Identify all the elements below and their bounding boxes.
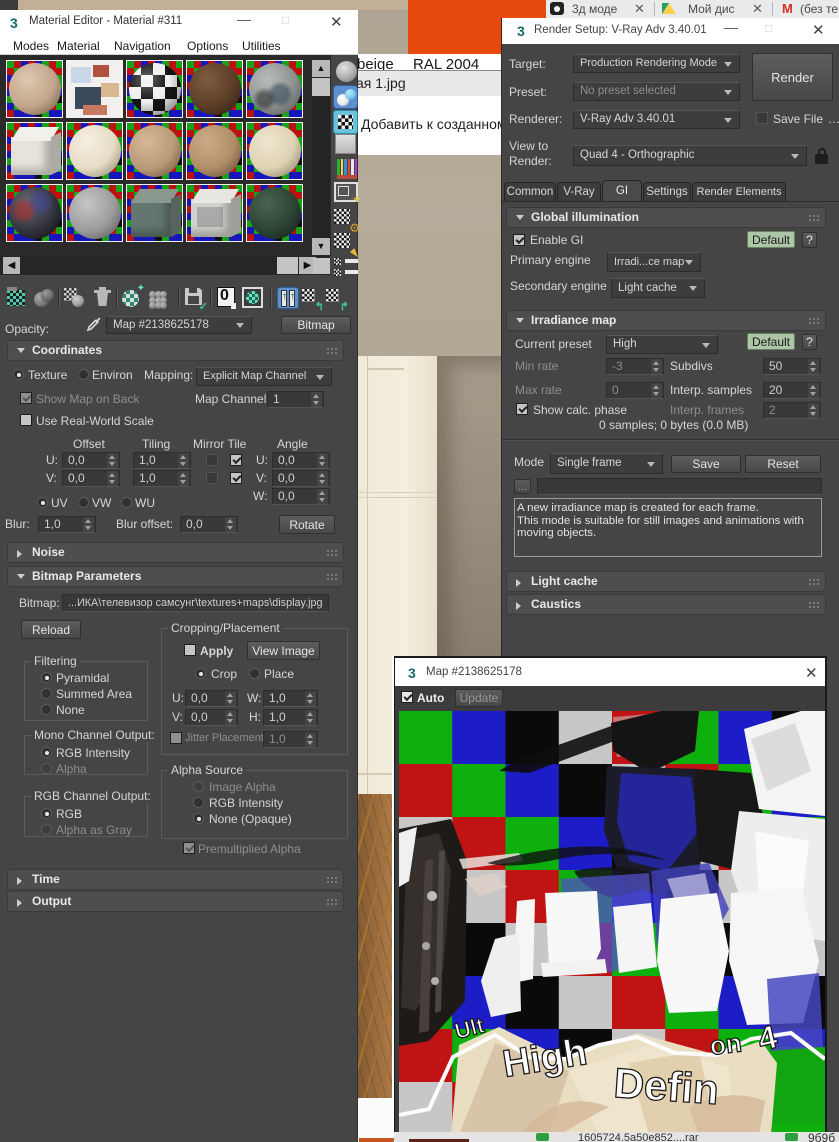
svg-text:Defin: Defin (612, 1059, 720, 1113)
svg-text:on: on (708, 1027, 743, 1061)
